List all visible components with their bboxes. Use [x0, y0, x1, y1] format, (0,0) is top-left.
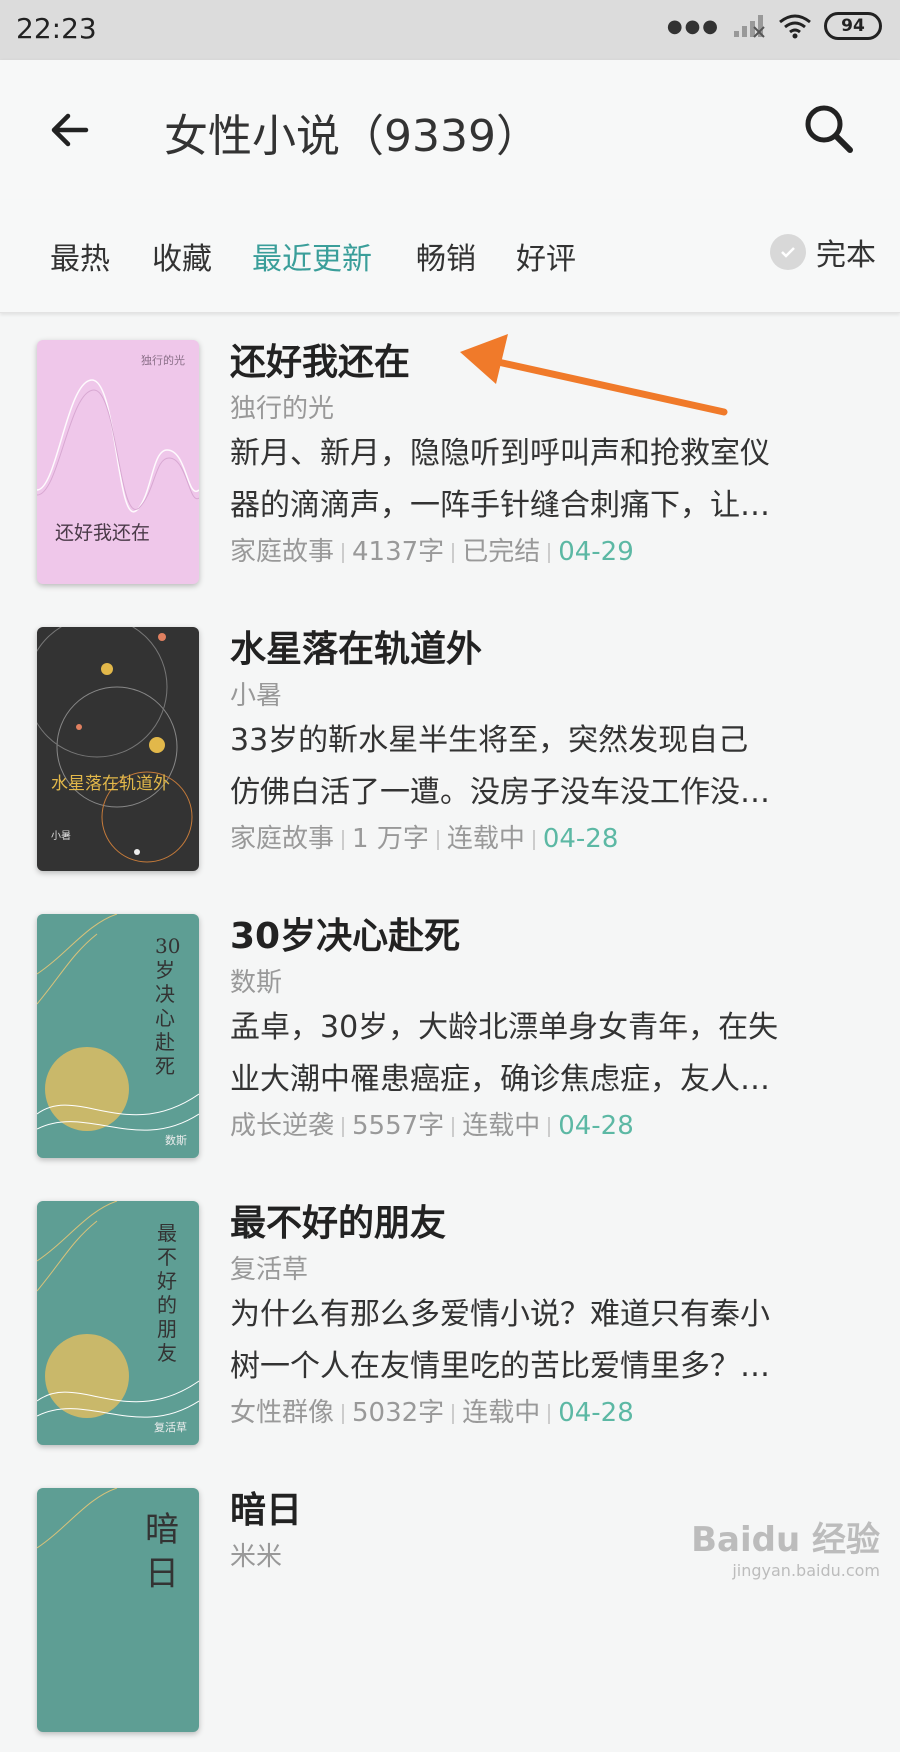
book-author: 小暑 — [230, 681, 283, 711]
baidu-watermark: Baidu 经验 jingyan.baidu.com — [691, 1512, 880, 1580]
book-word-count: 1 万字 — [352, 824, 429, 854]
cover-author-text: 数斯 — [165, 1134, 187, 1147]
divider — [548, 542, 551, 563]
complete-filter-toggle[interactable]: 完本 — [770, 230, 876, 274]
desc-line: 仿佛白活了一遭。没房子没车没工作没… — [230, 775, 770, 810]
book-category: 成长逆袭 — [230, 1111, 335, 1141]
desc-line: 业大潮中罹患癌症，确诊焦虑症，友人… — [230, 1062, 770, 1097]
book-info: 水星落在轨道外 小暑 33岁的靳水星半生将至，突然发现自己 仿佛白活了一遭。没房… — [230, 623, 850, 859]
cover-title-text: 30岁决心赴死 — [155, 934, 181, 1078]
tab-favorites[interactable]: 收藏 — [152, 234, 212, 278]
book-cover[interactable]: 独行的光 还好我还在 — [37, 340, 199, 584]
book-author: 数斯 — [230, 968, 283, 998]
divider — [548, 1403, 551, 1424]
book-author: 复活草 — [230, 1255, 309, 1285]
desc-line: 为什么有那么多爱情小说？难道只有秦小 — [230, 1297, 770, 1332]
book-cover[interactable]: 暗日 — [37, 1488, 199, 1732]
desc-line: 器的滴滴声，一阵手针缝合刺痛下，让… — [230, 488, 770, 523]
divider — [342, 1403, 345, 1424]
divider — [342, 1116, 345, 1137]
cover-title-text: 最不好的朋友 — [157, 1221, 177, 1365]
book-status: 连载中 — [462, 1398, 541, 1428]
signal-icon — [734, 15, 765, 38]
page-title: 女性小说（9339） — [164, 111, 540, 162]
check-icon — [770, 234, 806, 270]
complete-label: 完本 — [816, 238, 876, 273]
cover-author-text: 小暑 — [51, 831, 71, 842]
watermark-sub: jingyan.baidu.com — [732, 1561, 880, 1580]
book-meta: 女性群像 5032字 连载中 04-28 — [230, 1393, 850, 1433]
book-info: 最不好的朋友 复活草 为什么有那么多爱情小说？难道只有秦小 树一个人在友情里吃的… — [230, 1197, 850, 1433]
book-item[interactable]: 暗日 暗日 米米 — [0, 1460, 900, 1752]
cover-wave-art — [37, 379, 199, 513]
book-description: 为什么有那么多爱情小说？难道只有秦小 树一个人在友情里吃的苦比爱情里多？… — [230, 1289, 850, 1393]
book-title[interactable]: 30岁决心赴死 — [230, 910, 850, 964]
book-update-date: 04-28 — [542, 824, 619, 854]
cover-author-text: 独行的光 — [141, 354, 185, 367]
tab-bestseller[interactable]: 畅销 — [416, 234, 476, 278]
tab-top-rated[interactable]: 好评 — [516, 234, 576, 278]
book-info: 30岁决心赴死 数斯 孟卓，30岁，大龄北漂单身女青年，在失 业大潮中罹患癌症，… — [230, 910, 850, 1146]
divider — [436, 829, 439, 850]
divider — [452, 1403, 455, 1424]
book-update-date: 04-29 — [558, 537, 634, 567]
divider — [452, 542, 455, 563]
book-category: 家庭故事 — [230, 537, 335, 567]
book-status: 已完结 — [462, 537, 541, 567]
book-update-date: 04-28 — [558, 1111, 634, 1141]
book-cover[interactable]: 最不好的朋友 复活草 — [37, 1201, 199, 1445]
book-description: 33岁的靳水星半生将至，突然发现自己 仿佛白活了一遭。没房子没车没工作没… — [230, 715, 850, 819]
search-icon[interactable] — [800, 100, 858, 158]
sort-tabs: 最热 收藏 最近更新 畅销 好评 完本 — [0, 200, 900, 313]
more-dots-icon: ●●● — [666, 15, 720, 37]
desc-line: 新月、新月，隐隐听到呼叫声和抢救室仪 — [230, 436, 770, 471]
cover-title-text: 水星落在轨道外 — [51, 774, 170, 794]
tab-recent-update[interactable]: 最近更新 — [252, 234, 372, 278]
book-status: 连载中 — [462, 1111, 541, 1141]
book-word-count: 4137字 — [352, 537, 445, 567]
book-category: 女性群像 — [230, 1398, 335, 1428]
book-word-count: 5557字 — [352, 1111, 445, 1141]
divider — [342, 542, 345, 563]
status-time: 22:23 — [16, 12, 97, 45]
tab-hottest[interactable]: 最热 — [50, 234, 110, 278]
book-title[interactable]: 水星落在轨道外 — [230, 623, 850, 677]
divider — [548, 1116, 551, 1137]
book-word-count: 5032字 — [352, 1398, 445, 1428]
divider — [532, 829, 535, 850]
watermark-main: Baidu 经验 — [691, 1520, 880, 1560]
book-meta: 成长逆袭 5557字 连载中 04-28 — [230, 1106, 850, 1146]
book-title[interactable]: 最不好的朋友 — [230, 1197, 850, 1251]
annotation-arrow-icon — [460, 334, 728, 416]
desc-line: 孟卓，30岁，大龄北漂单身女青年，在失 — [230, 1010, 779, 1045]
book-meta: 家庭故事 4137字 已完结 04-29 — [230, 532, 850, 572]
book-description: 孟卓，30岁，大龄北漂单身女青年，在失 业大潮中罹患癌症，确诊焦虑症，友人… — [230, 1002, 850, 1106]
book-status: 连载中 — [446, 824, 525, 854]
divider — [452, 1116, 455, 1137]
book-meta: 家庭故事 1 万字 连载中 04-28 — [230, 819, 850, 859]
book-cover[interactable]: 30岁决心赴死 数斯 — [37, 914, 199, 1158]
status-bar: 22:23 ●●● 94 — [0, 0, 900, 60]
book-category: 家庭故事 — [230, 824, 335, 854]
cover-author-text: 复活草 — [154, 1421, 187, 1434]
book-description: 新月、新月，隐隐听到呼叫声和抢救室仪 器的滴滴声，一阵手针缝合刺痛下，让… — [230, 428, 850, 532]
status-icons: ●●● 94 — [667, 12, 882, 40]
book-cover[interactable]: 水星落在轨道外 小暑 — [37, 627, 199, 871]
book-item[interactable]: 最不好的朋友 复活草 最不好的朋友 复活草 为什么有那么多爱情小说？难道只有秦小… — [0, 1173, 900, 1465]
cover-title-text: 还好我还在 — [55, 522, 151, 544]
book-item[interactable]: 30岁决心赴死 数斯 30岁决心赴死 数斯 孟卓，30岁，大龄北漂单身女青年，在… — [0, 886, 900, 1178]
cover-title-text: 暗日 — [145, 1510, 179, 1594]
wifi-icon — [779, 14, 811, 39]
desc-line: 树一个人在友情里吃的苦比爱情里多？… — [230, 1349, 770, 1384]
app-bar: 女性小说（9339） — [0, 60, 900, 200]
divider — [342, 829, 345, 850]
book-item[interactable]: 水星落在轨道外 小暑 水星落在轨道外 小暑 33岁的靳水星半生将至，突然发现自己… — [0, 599, 900, 891]
book-update-date: 04-28 — [558, 1398, 634, 1428]
back-arrow-icon[interactable] — [46, 106, 94, 154]
battery-indicator: 94 — [824, 12, 882, 40]
desc-line: 33岁的靳水星半生将至，突然发现自己 — [230, 723, 749, 758]
